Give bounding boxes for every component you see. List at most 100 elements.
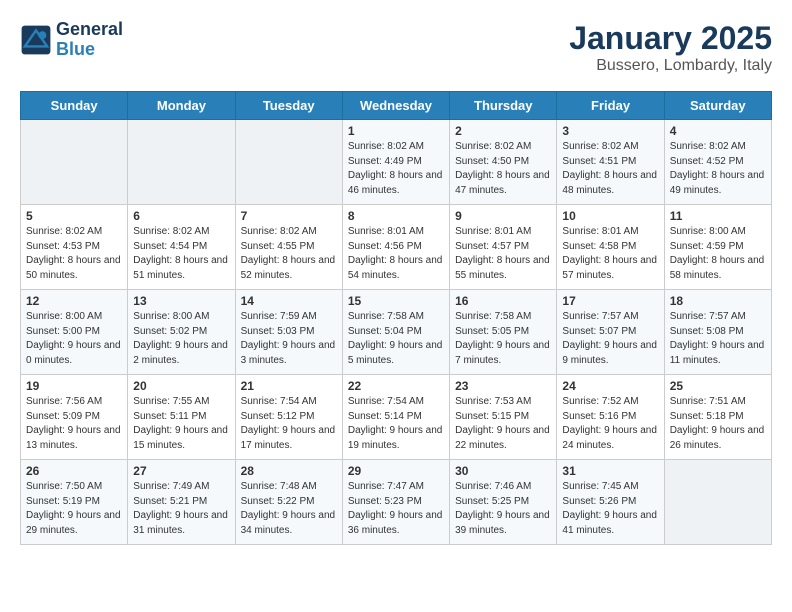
calendar-cell: 14 Sunrise: 7:59 AM Sunset: 5:03 PM Dayli…: [235, 290, 342, 375]
calendar-cell: 10 Sunrise: 8:01 AM Sunset: 4:58 PM Dayli…: [557, 205, 664, 290]
day-number: 23: [455, 379, 551, 393]
day-header-friday: Friday: [557, 92, 664, 120]
header: General Blue January 2025 Bussero, Lomba…: [20, 20, 772, 75]
logo-line2: Blue: [56, 40, 123, 60]
day-info: Sunrise: 8:02 AM Sunset: 4:49 PM Dayligh…: [348, 140, 444, 198]
day-number: 10: [562, 209, 658, 223]
day-info: Sunrise: 7:54 AM Sunset: 5:14 PM Dayligh…: [348, 395, 444, 453]
day-number: 15: [348, 294, 444, 308]
day-number: 5: [26, 209, 122, 223]
day-info: Sunrise: 8:01 AM Sunset: 4:57 PM Dayligh…: [455, 225, 551, 283]
day-info: Sunrise: 8:01 AM Sunset: 4:56 PM Dayligh…: [348, 225, 444, 283]
day-info: Sunrise: 7:52 AM Sunset: 5:16 PM Dayligh…: [562, 395, 658, 453]
day-info: Sunrise: 8:00 AM Sunset: 4:59 PM Dayligh…: [670, 225, 766, 283]
week-row-1: 1 Sunrise: 8:02 AM Sunset: 4:49 PM Daylig…: [21, 120, 772, 205]
calendar-cell: 6 Sunrise: 8:02 AM Sunset: 4:54 PM Daylig…: [128, 205, 235, 290]
day-info: Sunrise: 7:59 AM Sunset: 5:03 PM Dayligh…: [241, 310, 337, 368]
calendar-cell: 24 Sunrise: 7:52 AM Sunset: 5:16 PM Dayli…: [557, 375, 664, 460]
day-number: 16: [455, 294, 551, 308]
logo: General Blue: [20, 20, 123, 60]
calendar-cell: 11 Sunrise: 8:00 AM Sunset: 4:59 PM Dayli…: [664, 205, 771, 290]
calendar-cell: 9Sunrise: 8:01 AM Sunset: 4:57 PM Daylig…: [450, 205, 557, 290]
day-info: Sunrise: 8:02 AM Sunset: 4:55 PM Dayligh…: [241, 225, 337, 283]
day-number: 12: [26, 294, 122, 308]
day-info: Sunrise: 8:02 AM Sunset: 4:54 PM Dayligh…: [133, 225, 229, 283]
day-number: 1: [348, 124, 444, 138]
calendar-cell: 28Sunrise: 7:48 AM Sunset: 5:22 PM Dayli…: [235, 460, 342, 545]
day-number: 2: [455, 124, 551, 138]
day-info: Sunrise: 8:02 AM Sunset: 4:51 PM Dayligh…: [562, 140, 658, 198]
day-number: 4: [670, 124, 766, 138]
day-number: 30: [455, 464, 551, 478]
calendar-cell: 15 Sunrise: 7:58 AM Sunset: 5:04 PM Dayli…: [342, 290, 449, 375]
week-row-4: 19 Sunrise: 7:56 AM Sunset: 5:09 PM Dayli…: [21, 375, 772, 460]
day-info: Sunrise: 7:54 AM Sunset: 5:12 PM Dayligh…: [241, 395, 337, 453]
location: Bussero, Lombardy, Italy: [569, 57, 772, 75]
calendar-cell: 7 Sunrise: 8:02 AM Sunset: 4:55 PM Daylig…: [235, 205, 342, 290]
calendar-cell: 5 Sunrise: 8:02 AM Sunset: 4:53 PM Daylig…: [21, 205, 128, 290]
calendar-cell: [664, 460, 771, 545]
logo-line1: General: [56, 20, 123, 40]
day-info: Sunrise: 7:57 AM Sunset: 5:07 PM Dayligh…: [562, 310, 658, 368]
calendar-cell: 30 Sunrise: 7:46 AM Sunset: 5:25 PM Dayli…: [450, 460, 557, 545]
day-info: Sunrise: 7:56 AM Sunset: 5:09 PM Dayligh…: [26, 395, 122, 453]
day-number: 26: [26, 464, 122, 478]
day-info: Sunrise: 7:58 AM Sunset: 5:05 PM Dayligh…: [455, 310, 551, 368]
day-info: Sunrise: 8:02 AM Sunset: 4:52 PM Dayligh…: [670, 140, 766, 198]
calendar-cell: 19 Sunrise: 7:56 AM Sunset: 5:09 PM Dayli…: [21, 375, 128, 460]
day-info: Sunrise: 7:50 AM Sunset: 5:19 PM Dayligh…: [26, 480, 122, 538]
day-number: 19: [26, 379, 122, 393]
calendar-cell: 29Sunrise: 7:47 AM Sunset: 5:23 PM Dayli…: [342, 460, 449, 545]
calendar-cell: [128, 120, 235, 205]
day-number: 22: [348, 379, 444, 393]
day-number: 17: [562, 294, 658, 308]
day-number: 20: [133, 379, 229, 393]
day-number: 11: [670, 209, 766, 223]
day-number: 24: [562, 379, 658, 393]
day-info: Sunrise: 8:01 AM Sunset: 4:58 PM Dayligh…: [562, 225, 658, 283]
day-header-monday: Monday: [128, 92, 235, 120]
day-info: Sunrise: 8:02 AM Sunset: 4:53 PM Dayligh…: [26, 225, 122, 283]
day-number: 18: [670, 294, 766, 308]
calendar-cell: 4 Sunrise: 8:02 AM Sunset: 4:52 PM Daylig…: [664, 120, 771, 205]
day-info: Sunrise: 7:46 AM Sunset: 5:25 PM Dayligh…: [455, 480, 551, 538]
calendar-table: SundayMondayTuesdayWednesdayThursdayFrid…: [20, 91, 772, 545]
calendar-cell: 18Sunrise: 7:57 AM Sunset: 5:08 PM Dayli…: [664, 290, 771, 375]
calendar-cell: [235, 120, 342, 205]
calendar-cell: [21, 120, 128, 205]
day-number: 7: [241, 209, 337, 223]
day-number: 25: [670, 379, 766, 393]
calendar-cell: 31Sunrise: 7:45 AM Sunset: 5:26 PM Dayli…: [557, 460, 664, 545]
day-info: Sunrise: 7:55 AM Sunset: 5:11 PM Dayligh…: [133, 395, 229, 453]
calendar-cell: 26 Sunrise: 7:50 AM Sunset: 5:19 PM Dayli…: [21, 460, 128, 545]
day-info: Sunrise: 8:00 AM Sunset: 5:00 PM Dayligh…: [26, 310, 122, 368]
calendar-cell: 17 Sunrise: 7:57 AM Sunset: 5:07 PM Dayli…: [557, 290, 664, 375]
calendar-cell: 21 Sunrise: 7:54 AM Sunset: 5:12 PM Dayli…: [235, 375, 342, 460]
day-info: Sunrise: 8:00 AM Sunset: 5:02 PM Dayligh…: [133, 310, 229, 368]
day-number: 8: [348, 209, 444, 223]
week-row-2: 5 Sunrise: 8:02 AM Sunset: 4:53 PM Daylig…: [21, 205, 772, 290]
month-title: January 2025: [569, 20, 772, 57]
day-header-tuesday: Tuesday: [235, 92, 342, 120]
calendar-cell: 12 Sunrise: 8:00 AM Sunset: 5:00 PM Dayli…: [21, 290, 128, 375]
calendar-cell: 23Sunrise: 7:53 AM Sunset: 5:15 PM Dayli…: [450, 375, 557, 460]
day-info: Sunrise: 7:58 AM Sunset: 5:04 PM Dayligh…: [348, 310, 444, 368]
day-info: Sunrise: 7:51 AM Sunset: 5:18 PM Dayligh…: [670, 395, 766, 453]
day-number: 6: [133, 209, 229, 223]
day-header-saturday: Saturday: [664, 92, 771, 120]
calendar-cell: 1 Sunrise: 8:02 AM Sunset: 4:49 PM Daylig…: [342, 120, 449, 205]
day-number: 13: [133, 294, 229, 308]
day-number: 21: [241, 379, 337, 393]
week-row-5: 26 Sunrise: 7:50 AM Sunset: 5:19 PM Dayli…: [21, 460, 772, 545]
calendar-cell: 27 Sunrise: 7:49 AM Sunset: 5:21 PM Dayli…: [128, 460, 235, 545]
day-info: Sunrise: 7:47 AM Sunset: 5:23 PM Dayligh…: [348, 480, 444, 538]
day-header-sunday: Sunday: [21, 92, 128, 120]
day-number: 28: [241, 464, 337, 478]
logo-icon: [20, 24, 52, 56]
days-header-row: SundayMondayTuesdayWednesdayThursdayFrid…: [21, 92, 772, 120]
day-number: 27: [133, 464, 229, 478]
calendar-cell: 16 Sunrise: 7:58 AM Sunset: 5:05 PM Dayli…: [450, 290, 557, 375]
day-number: 14: [241, 294, 337, 308]
day-number: 3: [562, 124, 658, 138]
day-info: Sunrise: 7:49 AM Sunset: 5:21 PM Dayligh…: [133, 480, 229, 538]
